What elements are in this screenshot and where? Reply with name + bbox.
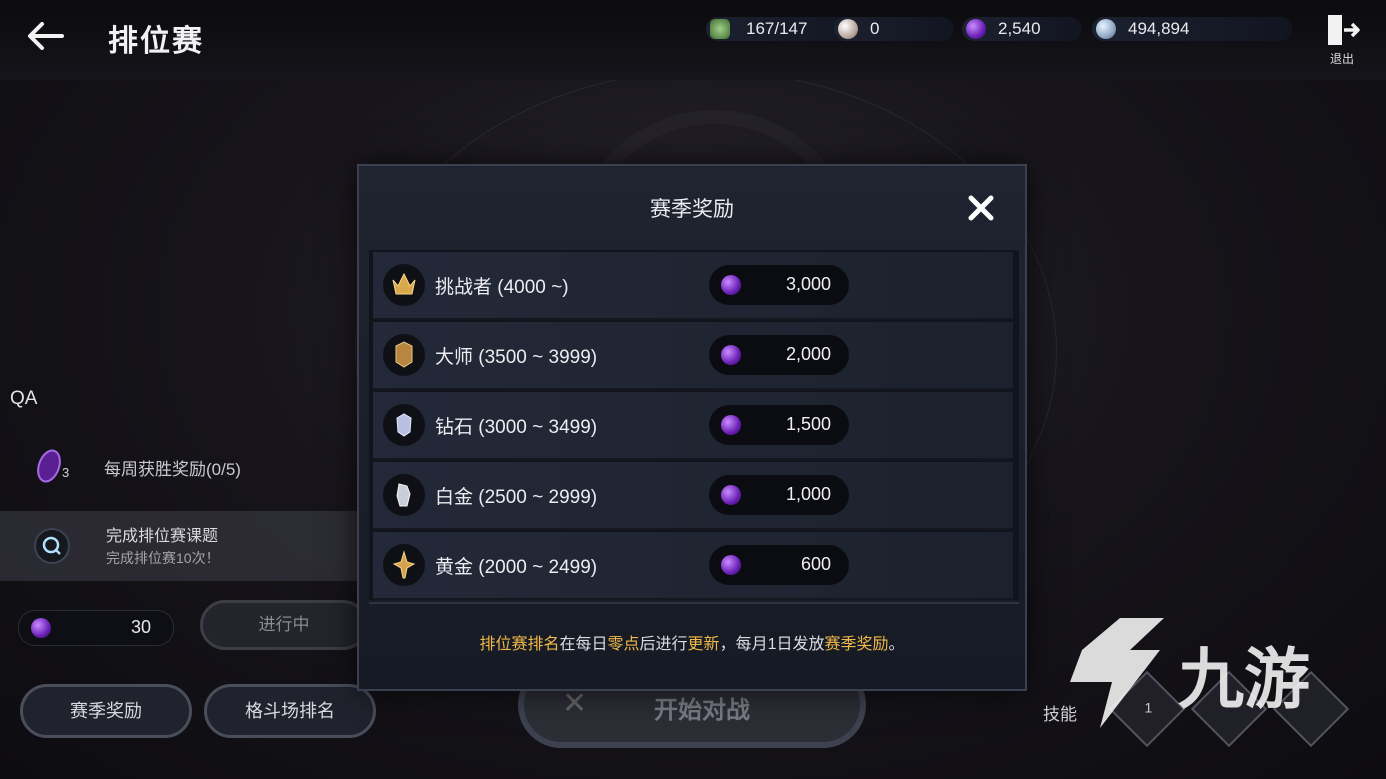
rank-label: 黄金 (2000 ~ 2499) xyxy=(435,557,598,578)
note-season-reward: 赛季奖励 xyxy=(824,636,889,653)
quest-description: 完成排位赛10次！ xyxy=(106,550,220,566)
page-title: 排位赛 xyxy=(108,25,204,58)
master-helmet-icon xyxy=(383,334,425,376)
swords-icon: ✕ xyxy=(562,687,588,720)
quest-reward-value: 30 xyxy=(130,617,151,637)
platinum-emblem-icon xyxy=(383,474,425,516)
watermark-logo: 九游 xyxy=(1060,610,1380,750)
note-text: 。 xyxy=(888,636,905,653)
reward-amount: 3,000 xyxy=(785,274,831,294)
rank-label: 挑战者 (4000 ~) xyxy=(435,277,569,298)
reward-amount-pill: 3,000 xyxy=(709,265,849,305)
gem-resource: 2,540 xyxy=(962,17,1082,41)
reward-row: 大师 (3500 ~ 3999) 2,000 xyxy=(373,322,1013,390)
note-update: 更新 xyxy=(687,636,720,653)
exit-label: 退出 xyxy=(1329,52,1354,66)
qa-label: QA xyxy=(10,388,38,409)
stamina-value: 167/147 xyxy=(746,19,808,38)
purple-gem-icon xyxy=(31,618,51,638)
reward-amount-pill: 600 xyxy=(709,545,849,585)
diamond-emblem-icon xyxy=(383,404,425,446)
reward-amount: 600 xyxy=(800,554,831,574)
purple-gem-icon xyxy=(721,275,741,295)
purple-gem-icon xyxy=(721,415,741,435)
reward-amount-pill: 2,000 xyxy=(709,335,849,375)
reward-amount-pill: 1,500 xyxy=(709,405,849,445)
purple-gem-icon xyxy=(721,345,741,365)
challenger-crown-icon xyxy=(383,264,425,306)
gem-value: 2,540 xyxy=(998,19,1041,38)
pearl-icon xyxy=(838,19,858,39)
reward-amount: 2,000 xyxy=(785,344,831,364)
reward-amount-pill: 1,000 xyxy=(709,475,849,515)
reward-row: 黄金 (2000 ~ 2499) 600 xyxy=(373,532,1013,600)
watermark-text: 九游 xyxy=(1178,641,1310,718)
season-reward-button[interactable]: 赛季奖励 xyxy=(20,684,192,738)
season-reward-dialog: 赛季奖励 挑战者 (4000 ~) 3,000 大师 (3500 ~ 3999)… xyxy=(357,164,1027,691)
quest-search-icon xyxy=(34,528,70,564)
weekly-item-count: 3 xyxy=(62,465,70,480)
purple-gem-icon xyxy=(721,485,741,505)
silver-resource: 494,894 xyxy=(1092,17,1292,41)
reward-row: 挑战者 (4000 ~) 3,000 xyxy=(373,252,1013,320)
arena-ranking-button[interactable]: 格斗场排名 xyxy=(204,684,376,738)
note-midnight: 零点 xyxy=(607,636,640,653)
note-text: 后进行 xyxy=(639,636,688,653)
start-battle-label: 开始对战 xyxy=(654,697,750,724)
rank-label: 大师 (3500 ~ 3999) xyxy=(435,347,598,368)
reward-amount: 1,000 xyxy=(785,484,831,504)
back-arrow-icon xyxy=(28,22,64,50)
purple-gem-icon xyxy=(966,19,986,39)
note-text: ，每月1日发放 xyxy=(719,636,825,653)
reward-row: 钻石 (3000 ~ 3499) 1,500 xyxy=(373,392,1013,460)
exit-button[interactable]: 退出 xyxy=(1322,12,1362,68)
quest-reward-pill: 30 xyxy=(18,610,174,646)
close-icon xyxy=(968,195,994,221)
note-text: 在每日 xyxy=(559,636,608,653)
silver-coin-icon xyxy=(1096,19,1116,39)
in-progress-button[interactable]: 进行中 xyxy=(200,600,368,650)
stamina-icon xyxy=(710,19,730,39)
reward-row: 白金 (2500 ~ 2999) 1,000 xyxy=(373,462,1013,530)
top-bar: 排位赛 167/147 0 2,540 494,894 退出 xyxy=(0,0,1386,80)
rank-label: 钻石 (3000 ~ 3499) xyxy=(435,417,598,438)
purple-gem-icon xyxy=(721,555,741,575)
weekly-reward-label: 每周获胜奖励(0/5) xyxy=(104,460,241,479)
gold-emblem-icon xyxy=(383,544,425,586)
pearl-resource: 0 xyxy=(834,17,954,41)
note-ranking: 排位赛排名 xyxy=(479,636,560,653)
exit-door-icon xyxy=(1328,15,1360,45)
pearl-value: 0 xyxy=(870,19,880,38)
close-button[interactable] xyxy=(963,190,999,226)
quest-title: 完成排位赛课题 xyxy=(106,528,219,545)
reward-note: 排位赛排名在每日零点后进行更新，每月1日发放赛季奖励。 xyxy=(359,630,1025,654)
divider xyxy=(369,602,1019,604)
reward-amount: 1,500 xyxy=(785,414,831,434)
rank-label: 白金 (2500 ~ 2999) xyxy=(435,487,598,508)
silver-value: 494,894 xyxy=(1128,19,1190,38)
dialog-title: 赛季奖励 xyxy=(650,198,734,221)
back-button[interactable] xyxy=(22,16,70,56)
reward-list: 挑战者 (4000 ~) 3,000 大师 (3500 ~ 3999) 2,00… xyxy=(369,250,1019,600)
